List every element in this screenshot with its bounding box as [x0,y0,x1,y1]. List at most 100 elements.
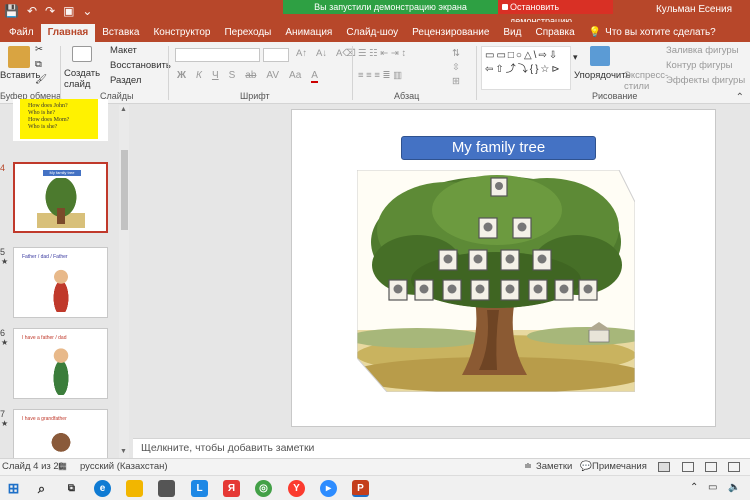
tab-view[interactable]: Вид [496,24,528,42]
arrange-button[interactable]: Упорядочить [574,70,631,81]
comments-icon[interactable]: 💬 [580,461,592,472]
store-icon[interactable] [158,480,175,497]
tab-home[interactable]: Главная [40,24,96,42]
font-size-input[interactable] [263,48,289,62]
thumbnail-title: My family tree [43,170,81,176]
slideshow-view-icon[interactable] [728,462,740,472]
file-explorer-icon[interactable] [126,480,143,497]
task-view-icon[interactable]: ⧉ [63,480,80,497]
zoom-icon[interactable]: ▸ [320,480,337,497]
reset-button[interactable]: Восстановить [110,60,171,71]
reading-view-icon[interactable] [705,462,717,472]
slide-thumbnail[interactable]: How does John? Who is he? How does Mom? … [13,99,108,141]
strikethrough-button[interactable]: ab [245,70,256,83]
launcher-icon[interactable]: L [191,480,208,497]
tab-file[interactable]: Файл [2,24,41,42]
align-text-icon[interactable]: ⇳ [452,62,460,73]
spacing-button[interactable]: AV [266,70,279,83]
slide-number: 7 [0,409,6,419]
case-button[interactable]: Aa [289,70,301,83]
divider [352,46,353,100]
tab-transitions[interactable]: Переходы [217,24,278,42]
volume-icon[interactable]: 🔈 [728,482,740,493]
shapes-gallery[interactable]: ▭▭□○△\⇨⇩ ⇦⇧⤴⤵{}☆⊳ [481,46,571,90]
screen-share-banner: Вы запустили демонстрацию экрана [283,0,498,14]
search-icon[interactable]: ⌕ [33,480,50,497]
tray-chevron-icon[interactable]: ⌃ [690,482,698,493]
undo-icon[interactable]: ↶ [27,3,37,19]
tab-review[interactable]: Рецензирование [405,24,496,42]
redo-icon[interactable]: ↷ [45,3,55,19]
stop-sharing-button[interactable]: Остановить демонстрацию [498,0,613,26]
slide-thumbnail[interactable]: Father / dad / Father [13,247,108,318]
present-icon[interactable]: ▣ [63,3,74,19]
align-icons[interactable]: ≡ ≡ ≡ ≣ ▥ [358,70,402,81]
normal-view-icon[interactable] [658,462,670,472]
scrollbar-thumb[interactable] [121,150,128,230]
format-painter-icon[interactable]: 🖌 [35,74,47,85]
collapse-ribbon-icon[interactable]: ⌃ [736,92,744,103]
ribbon-tabs: Файл Главная Вставка Конструктор Переход… [0,22,750,42]
tab-slideshow[interactable]: Слайд-шоу [339,24,405,42]
slide-title[interactable]: My family tree [401,136,596,160]
shrink-font-icon[interactable]: A↓ [316,48,327,59]
status-bar: Слайд 4 из 20 ▦ русский (Казахстан) ≐ За… [0,458,750,475]
tab-help[interactable]: Справка [528,24,581,42]
arrange-icon[interactable] [590,46,610,66]
user-name[interactable]: Кульман Есения [656,4,732,15]
notes-toggle-button[interactable]: Заметки [536,461,572,472]
tab-design[interactable]: Конструктор [146,24,217,42]
new-slide-icon[interactable] [72,46,92,62]
notes-pane[interactable]: Щелкните, чтобы добавить заметки [133,438,750,458]
yandex-icon[interactable]: Я [223,480,240,497]
spellcheck-icon[interactable]: ▦ [58,461,67,472]
slide-thumbnail[interactable]: I have a grandfather [13,409,108,458]
network-icon[interactable]: ▭ [708,482,717,493]
italic-button[interactable]: К [196,70,202,83]
family-tree-picture[interactable] [357,170,635,392]
tell-me-search[interactable]: 💡 Что вы хотите сделать? [582,24,723,42]
tab-insert[interactable]: Вставка [95,24,146,42]
font-color-button[interactable]: A [311,70,318,83]
tab-animations[interactable]: Анимация [278,24,339,42]
chrome-icon[interactable]: ◎ [255,480,272,497]
cut-icon[interactable]: ✂ [35,44,43,55]
paste-icon[interactable] [8,46,30,68]
shape-effects-button[interactable]: Эффекты фигуры [666,75,745,86]
underline-button[interactable]: Ч [212,70,219,83]
shadow-button[interactable]: S [229,70,236,83]
comments-button[interactable]: Примечания [592,461,647,472]
section-button[interactable]: Раздел [110,75,141,86]
slide-number: 5 [0,247,6,257]
font-name-input[interactable] [175,48,260,62]
slide-thumbnail[interactable]: I have a father / dad [13,328,108,399]
save-icon[interactable]: 💾 [4,3,19,19]
title-bar: 💾 ↶ ↷ ▣ ⌄ Вы запустили демонстрацию экра… [0,0,750,26]
bullets-icon[interactable]: ☰ ☷ ⇤ ⇥ ↕ [358,48,406,59]
smartart-icon[interactable]: ⊞ [452,76,460,87]
thumbnail-figure [46,428,76,458]
scroll-up-icon[interactable]: ▲ [120,106,127,113]
powerpoint-icon[interactable]: P [352,480,369,497]
notes-toggle-icon[interactable]: ≐ [524,461,532,472]
text-direction-icon[interactable]: ⇅ [452,48,460,59]
grow-font-icon[interactable]: A↑ [296,48,307,59]
animation-star-icon: ★ [1,257,9,266]
new-slide-button[interactable]: Создать слайд [64,68,100,90]
layout-button[interactable]: Макет [110,45,137,56]
animation-star-icon: ★ [1,338,9,347]
bold-button[interactable]: Ж [177,70,186,83]
customize-icon[interactable]: ⌄ [82,3,92,19]
windows-start-icon[interactable]: ⊞ [5,480,22,497]
scroll-down-icon[interactable]: ▼ [120,448,127,455]
copy-icon[interactable]: ⧉ [35,59,42,70]
shape-outline-button[interactable]: Контур фигуры [666,60,732,71]
shapes-more-icon[interactable]: ▾ [573,52,578,63]
shape-fill-button[interactable]: Заливка фигуры [666,45,739,56]
slide-thumbnail-selected[interactable]: My family tree [13,162,108,233]
language-indicator[interactable]: русский (Казахстан) [80,461,168,472]
express-styles-button[interactable]: Экспресс-стили [624,70,668,92]
edge-icon[interactable]: e [94,480,111,497]
slide-sorter-icon[interactable] [682,462,694,472]
yandex-browser-icon[interactable]: Y [288,480,305,497]
